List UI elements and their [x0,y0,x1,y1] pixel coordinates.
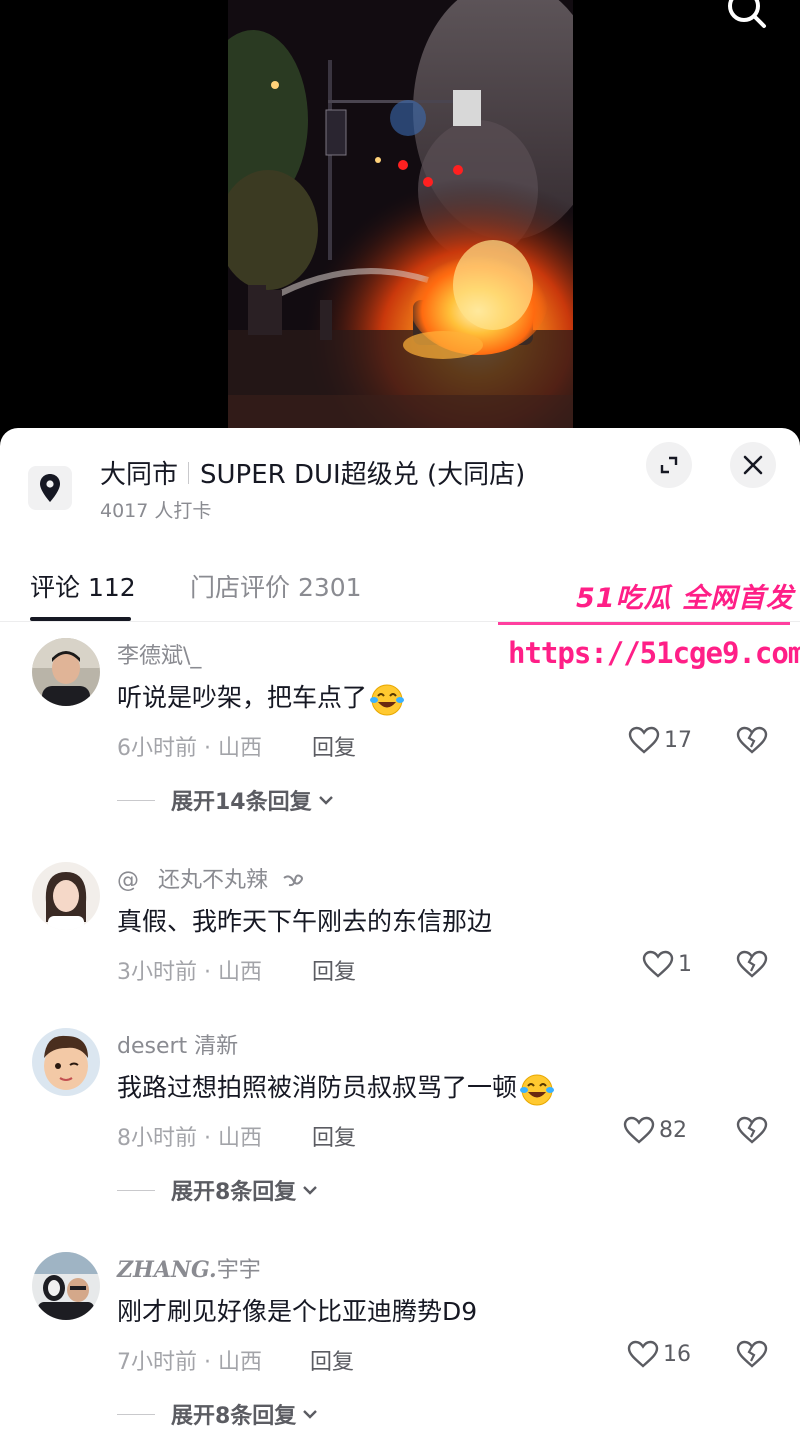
avatar[interactable] [32,1028,100,1096]
expand-divider [117,1189,155,1191]
watermark-underline [498,622,790,625]
chevron-down-icon [318,796,333,805]
expand-divider [117,799,155,801]
dislike-button[interactable] [736,1340,768,1372]
poi-name: SUPER DUI超级兑 (大同店) [200,460,526,490]
watermark-overlay: 51吃瓜 全网首发 https://51cge9.com [498,576,800,680]
search-button[interactable] [720,0,774,34]
expand-replies-button[interactable]: 展开8条回复 [117,1398,320,1430]
like-button[interactable]: 16 [627,1340,691,1368]
heart-icon [623,1116,655,1144]
comment-text: 我路过想拍照被消防员叔叔骂了一顿 [117,1068,555,1106]
like-count: 17 [664,727,692,753]
reply-button[interactable]: 回复 [312,730,356,762]
dislike-button[interactable] [736,1116,768,1148]
expand-replies-label: 展开14条回复 [171,790,312,815]
expand-replies-button[interactable]: 展开14条回复 [117,784,336,816]
comment-username[interactable]: ZHANG.宇宇 [117,1252,261,1284]
location-pin-icon [28,466,72,510]
watermark-brand: 51吃瓜 全网首发 [576,583,794,614]
heart-icon [628,726,660,754]
comment-meta: 3小时前 · 山西 [117,960,262,985]
video-player[interactable] [0,0,800,440]
video-thumbnail-image [228,0,573,440]
poi-title-separator [188,461,190,484]
comment-text-content: 听说是吵架，把车点了 [117,683,368,712]
expand-replies-label: 展开8条回复 [171,1404,297,1429]
username-text: 还丸不丸辣 [158,868,269,893]
chevron-down-icon [303,1410,318,1419]
laugh-cry-emoji-icon [520,1074,555,1106]
tab-comments[interactable]: 评论 112 [30,568,136,604]
comment-text: 听说是吵架，把车点了 [117,678,405,716]
comment-text: 刚才刷见好像是个比亚迪腾势D9 [117,1297,478,1326]
comment-meta: 8小时前 · 山西 [117,1126,262,1151]
expand-replies-button[interactable]: 展开8条回复 [117,1174,320,1206]
expand-divider [117,1413,155,1415]
avatar[interactable] [32,1252,100,1320]
like-button[interactable]: 82 [623,1116,687,1144]
heart-icon [627,1340,659,1368]
poi-title[interactable]: 大同市 SUPER DUI超级兑 (大同店) [100,454,525,491]
comment-meta: 6小时前 · 山西 [117,736,262,761]
close-button[interactable] [730,442,776,488]
dislike-button[interactable] [736,726,768,758]
reply-button[interactable]: 回复 [312,1120,356,1152]
like-button[interactable]: 1 [642,950,692,978]
loop-symbol-icon [283,874,304,887]
username-styled-part: ZHANG. [117,1257,217,1283]
search-icon [728,0,766,28]
watermark-url: https://51cge9.com [508,636,800,670]
username-prefix: @ [117,868,139,893]
like-count: 16 [663,1341,691,1367]
comment-text: 真假、我昨天下午刚去的东信那边 [117,907,493,936]
broken-heart-icon [736,950,768,978]
close-icon [743,455,763,475]
dislike-button[interactable] [736,950,768,982]
username-text: 宇宇 [216,1258,261,1283]
broken-heart-icon [736,726,768,754]
broken-heart-icon [736,1340,768,1368]
comment-meta: 7小时前 · 山西 [117,1350,262,1375]
expand-icon [660,456,678,474]
avatar[interactable] [32,638,100,706]
chevron-down-icon [303,1186,318,1195]
reply-button[interactable]: 回复 [312,954,356,986]
poi-city: 大同市 [100,460,179,490]
broken-heart-icon [736,1116,768,1144]
poi-checkins: 4017 人打卡 [100,500,212,522]
heart-icon [642,950,674,978]
like-count: 1 [678,951,692,977]
expand-replies-label: 展开8条回复 [171,1180,297,1205]
comment-username[interactable]: @ 还丸不丸辣 [117,862,309,894]
expand-button[interactable] [646,442,692,488]
video-frame-car-fire[interactable] [228,0,573,440]
reply-button[interactable]: 回复 [310,1344,354,1376]
like-button[interactable]: 17 [628,726,692,754]
comment-username[interactable]: desert 清新 [117,1028,238,1060]
comment-username[interactable]: 李德斌\_ [117,638,201,670]
tab-store-reviews[interactable]: 门店评价 2301 [190,568,362,604]
laugh-cry-emoji-icon [370,684,405,716]
avatar[interactable] [32,862,100,930]
like-count: 82 [659,1117,687,1143]
comment-text-content: 我路过想拍照被消防员叔叔骂了一顿 [117,1073,518,1102]
